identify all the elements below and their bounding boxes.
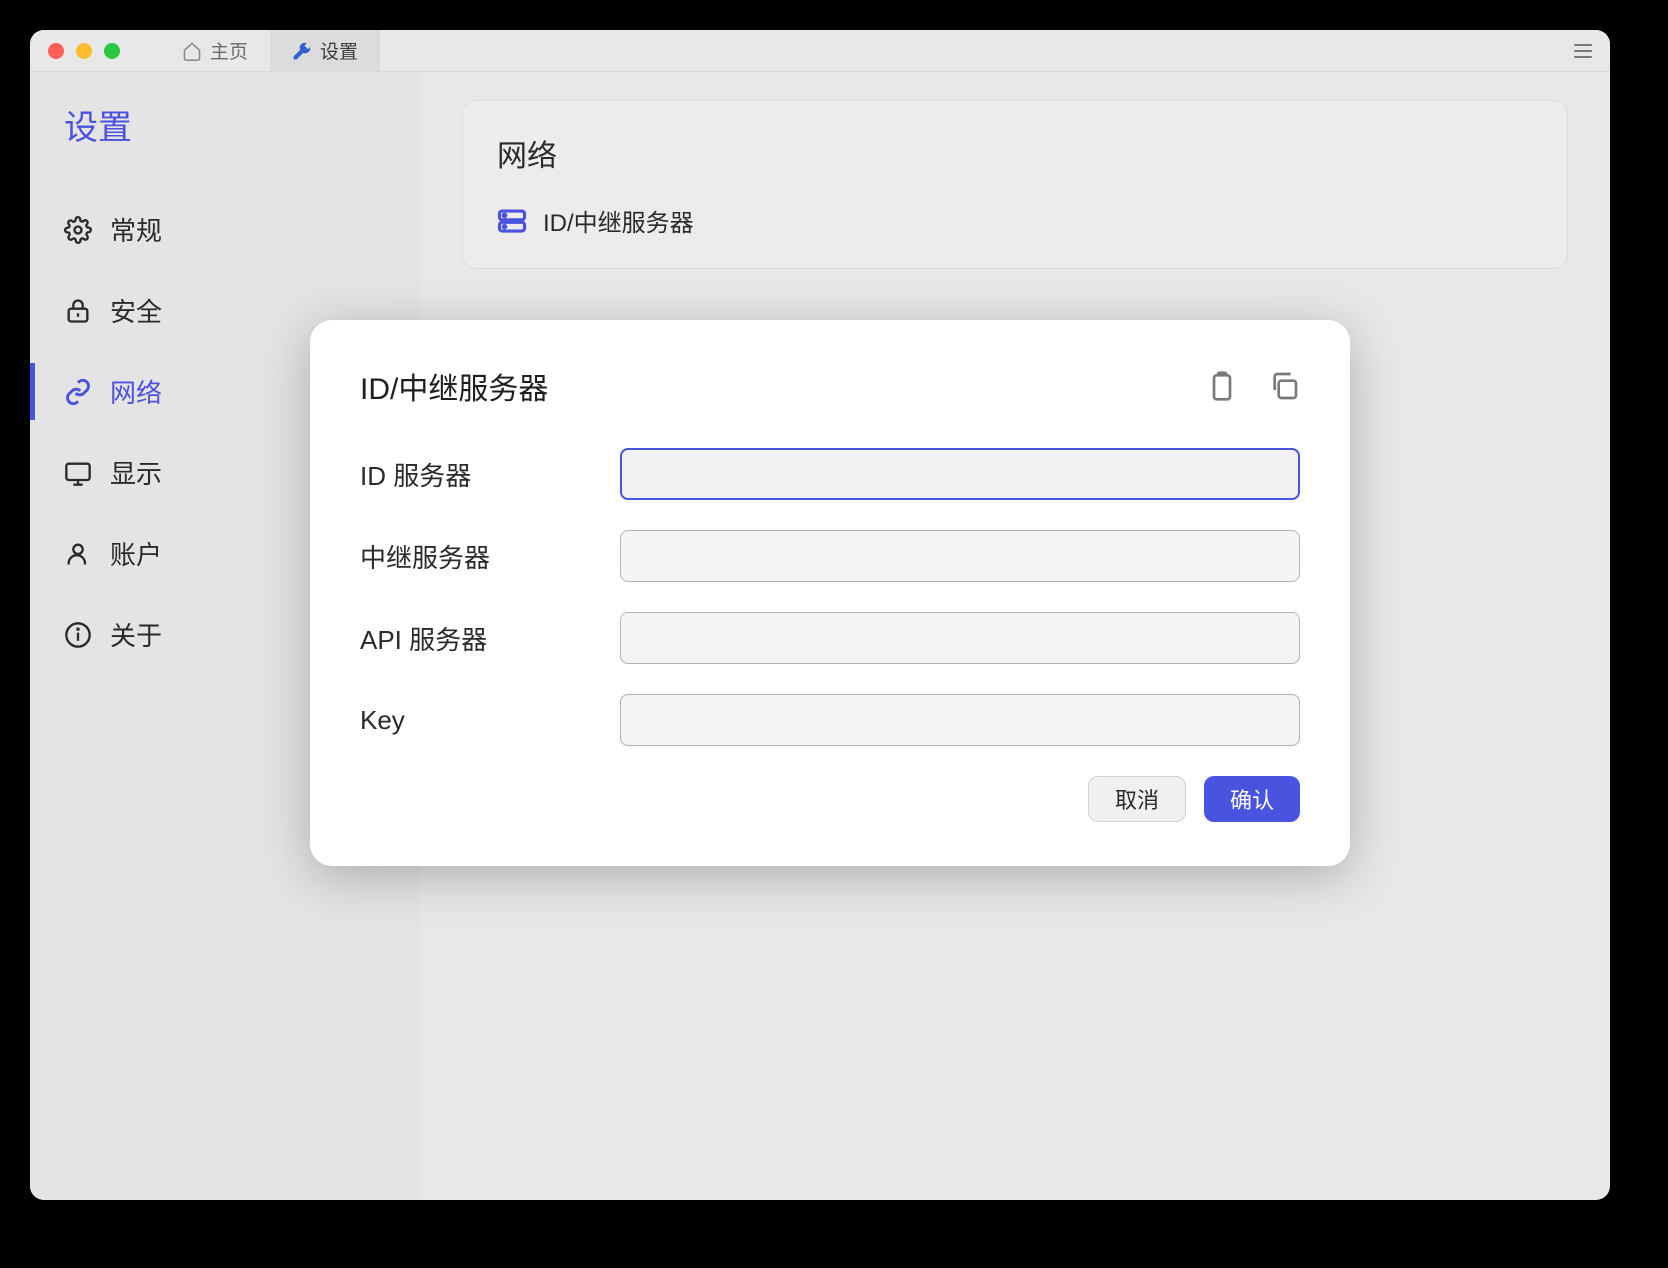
sidebar-item-label: 安全: [110, 292, 162, 329]
dialog-title: ID/中继服务器: [360, 364, 548, 408]
window-minimize-button[interactable]: [76, 43, 92, 59]
relay-server-label: 中继服务器: [360, 538, 620, 575]
tab-label: 主页: [210, 37, 248, 64]
lock-icon: [64, 297, 92, 325]
sidebar-item-label: 常规: [110, 211, 162, 248]
sidebar-item-label: 显示: [110, 454, 162, 491]
key-label: Key: [360, 705, 620, 736]
sidebar-item-label: 网络: [110, 373, 162, 410]
info-icon: [64, 621, 92, 649]
sidebar-item-label: 账户: [110, 535, 162, 572]
network-section: 网络 ID/中继服务器: [462, 100, 1568, 269]
wrench-icon: [292, 41, 312, 61]
traffic-lights: [48, 43, 120, 59]
sidebar-item-general[interactable]: 常规: [30, 189, 420, 270]
copy-icon[interactable]: [1268, 370, 1300, 402]
link-icon: [64, 378, 92, 406]
id-relay-dialog: ID/中继服务器 ID 服务器 中继服务器 API 服务器 Key 取消 确认: [310, 320, 1350, 866]
api-server-input[interactable]: [620, 612, 1300, 664]
dialog-header: ID/中继服务器: [360, 364, 1300, 408]
tab-label: 设置: [320, 37, 358, 64]
id-server-label: ID 服务器: [360, 456, 620, 493]
window-close-button[interactable]: [48, 43, 64, 59]
key-input[interactable]: [620, 694, 1300, 746]
tab-home[interactable]: 主页: [160, 30, 270, 71]
window-maximize-button[interactable]: [104, 43, 120, 59]
window-tabs: 主页 设置: [160, 30, 380, 71]
relay-server-input[interactable]: [620, 530, 1300, 582]
home-icon: [182, 41, 202, 61]
paste-icon[interactable]: [1206, 370, 1238, 402]
app-window: 主页 设置 设置 常规 安全 网络: [30, 30, 1610, 1200]
cancel-button[interactable]: 取消: [1088, 776, 1186, 822]
section-title: 网络: [497, 131, 1533, 175]
section-row-label: ID/中继服务器: [543, 203, 694, 238]
tab-settings[interactable]: 设置: [270, 30, 380, 71]
id-server-input[interactable]: [620, 448, 1300, 500]
monitor-icon: [64, 459, 92, 487]
user-icon: [64, 540, 92, 568]
id-relay-server-row[interactable]: ID/中继服务器: [497, 203, 1533, 238]
server-icon: [497, 206, 527, 236]
gear-icon: [64, 216, 92, 244]
api-server-label: API 服务器: [360, 620, 620, 657]
menu-button[interactable]: [1574, 44, 1592, 58]
confirm-button[interactable]: 确认: [1204, 776, 1300, 822]
sidebar-title: 设置: [30, 100, 420, 189]
sidebar-item-label: 关于: [110, 616, 162, 653]
titlebar: 主页 设置: [30, 30, 1610, 72]
